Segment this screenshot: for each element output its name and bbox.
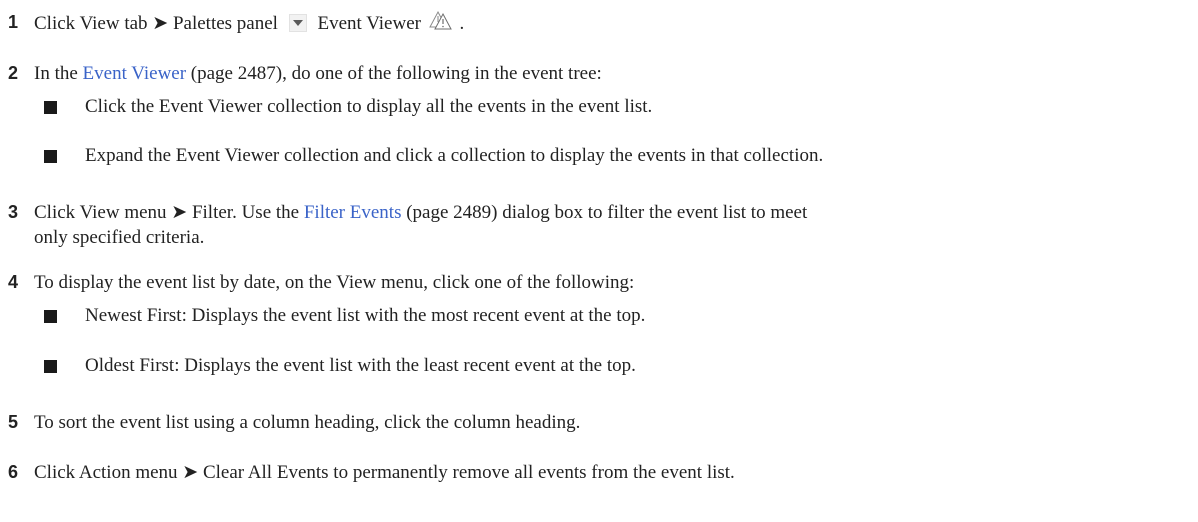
bullet-square: [44, 360, 57, 373]
step-number: 6: [8, 462, 19, 482]
filter-events-link[interactable]: Filter Events: [304, 202, 402, 223]
bullet-square: [44, 101, 57, 114]
bullet-text: Expand the Event Viewer collection and c…: [85, 145, 824, 166]
step-3-text-line2: only specified criteria.: [34, 227, 205, 248]
bullet-square: [44, 150, 57, 163]
step-text: Click Action menu ➤ Clear All Events to …: [34, 462, 735, 483]
step-2-text-pre: In the: [34, 63, 83, 84]
step-number: 4: [8, 272, 19, 292]
step-number: 3: [8, 202, 19, 222]
event-viewer-link[interactable]: Event Viewer: [83, 63, 187, 84]
dropdown-arrow-icon: [288, 14, 307, 32]
step-number: 1: [8, 12, 19, 32]
bullet-text: Oldest First: Displays the event list wi…: [85, 355, 636, 376]
step-text: Click View tab ➤ Palettes panel Event Vi…: [34, 10, 1190, 36]
bullet-text: Newest First: Displays the event list wi…: [85, 305, 646, 326]
step-text: To sort the event list using a column he…: [34, 412, 581, 433]
step-text: Click View menu ➤ Filter. Use the Filter…: [34, 200, 1190, 225]
instruction-document: 1 Click View tab ➤ Palettes panel Event …: [0, 0, 1198, 522]
bullet-square: [44, 310, 57, 323]
step-text: To display the event list by date, on th…: [34, 272, 635, 293]
step-3-text-post: (page 2489) dialog box to filter the eve…: [401, 202, 808, 223]
bullet-text: Click the Event Viewer collection to dis…: [85, 96, 653, 117]
step-1-text-b: Event Viewer: [317, 13, 421, 34]
step-2-text-post: (page 2487), do one of the following in …: [186, 63, 602, 84]
step-1-text-c: .: [459, 13, 465, 34]
step-number: 2: [8, 63, 19, 83]
step-1-text-a: Click View tab ➤ Palettes panel: [34, 13, 278, 34]
step-text: In the Event Viewer (page 2487), do one …: [34, 61, 1190, 86]
event-viewer-icon: [428, 10, 455, 32]
step-number: 5: [8, 412, 19, 432]
step-3-text-pre: Click View menu ➤ Filter. Use the: [34, 202, 304, 223]
